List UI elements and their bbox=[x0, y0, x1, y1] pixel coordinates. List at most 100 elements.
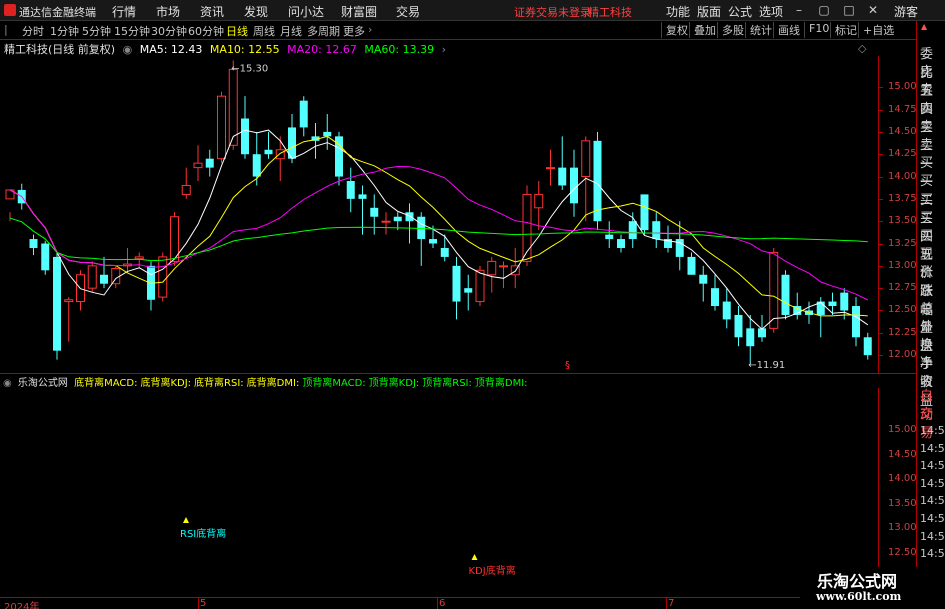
candle-body[interactable] bbox=[452, 265, 461, 302]
candle-body[interactable] bbox=[323, 131, 332, 137]
candle-body[interactable] bbox=[652, 221, 661, 240]
candle-body[interactable] bbox=[264, 149, 273, 155]
candle-body[interactable] bbox=[41, 243, 50, 271]
candle-body[interactable] bbox=[393, 216, 402, 222]
candle-body[interactable] bbox=[640, 194, 649, 231]
candle-body[interactable] bbox=[193, 162, 203, 169]
biaoji-button[interactable]: 标记 bbox=[830, 22, 857, 38]
minimize-icon[interactable]: – bbox=[790, 2, 808, 18]
candle-body[interactable] bbox=[252, 154, 261, 177]
candle-body[interactable] bbox=[546, 167, 555, 170]
price-chart[interactable]: ←15.30 ←11.91 bbox=[0, 56, 878, 373]
menu-wenxiaoda[interactable]: 问小达 bbox=[288, 3, 324, 20]
candle-body[interactable] bbox=[581, 140, 591, 178]
candle-body[interactable] bbox=[487, 260, 497, 276]
candle-body[interactable] bbox=[181, 184, 191, 195]
candle-body[interactable] bbox=[205, 158, 214, 168]
candle-body[interactable] bbox=[134, 256, 144, 260]
candle-body[interactable] bbox=[358, 194, 367, 199]
candle-body[interactable] bbox=[158, 256, 168, 298]
candle-body[interactable] bbox=[781, 274, 790, 315]
menu-banmian[interactable]: 版面 bbox=[697, 3, 721, 20]
candle-body[interactable] bbox=[346, 181, 355, 199]
tongji-button[interactable]: 统计 bbox=[745, 22, 772, 38]
period-multi[interactable]: 多周期 bbox=[307, 23, 340, 39]
period-monthly[interactable]: 月线 bbox=[280, 23, 302, 39]
candle-body[interactable] bbox=[405, 212, 414, 222]
indicator-chart[interactable]: RSI底背离 KDJ底背离 bbox=[0, 388, 878, 597]
menu-shichang[interactable]: 市场 bbox=[156, 3, 180, 20]
huaxian-button[interactable]: 画线 bbox=[773, 22, 800, 38]
candle-body[interactable] bbox=[475, 269, 485, 303]
candle-body[interactable] bbox=[711, 288, 719, 307]
candle-body[interactable] bbox=[734, 314, 743, 338]
period-5min[interactable]: 5分钟 bbox=[82, 23, 111, 39]
fuquan-button[interactable]: 复权 bbox=[661, 22, 688, 38]
menu-hangqing[interactable]: 行情 bbox=[112, 3, 136, 20]
toolbar-collapse-icon[interactable]: | bbox=[4, 23, 8, 36]
candle-body[interactable] bbox=[687, 256, 696, 275]
menu-jiaoyi[interactable]: 交易 bbox=[396, 3, 420, 20]
candle-body[interactable] bbox=[699, 274, 708, 284]
candle-body[interactable] bbox=[628, 221, 637, 240]
menu-gongshi[interactable]: 公式 bbox=[728, 3, 752, 20]
add-favorite-button[interactable]: +自选 bbox=[858, 22, 894, 38]
menu-xuanxiang[interactable]: 选项 bbox=[759, 3, 783, 20]
more-arrow-icon[interactable]: › bbox=[368, 23, 372, 36]
candle-body[interactable] bbox=[111, 268, 121, 285]
candle-body[interactable] bbox=[840, 292, 849, 311]
panel-option-icon[interactable]: ◇ bbox=[858, 42, 866, 55]
candle-body[interactable] bbox=[53, 256, 61, 351]
login-warning[interactable]: 证券交易未登录 bbox=[514, 4, 591, 20]
candle-body[interactable] bbox=[499, 265, 508, 268]
candle-body[interactable] bbox=[852, 306, 860, 338]
candle-body[interactable] bbox=[440, 247, 449, 257]
candle-body[interactable] bbox=[299, 100, 308, 128]
candle-body[interactable] bbox=[558, 167, 567, 186]
period-60min[interactable]: 60分钟 bbox=[188, 23, 224, 39]
menu-faxian[interactable]: 发现 bbox=[244, 3, 268, 20]
candle-body[interactable] bbox=[464, 288, 473, 293]
restore-icon[interactable]: ▢ bbox=[815, 2, 833, 18]
candle-body[interactable] bbox=[746, 328, 755, 347]
candle-body[interactable] bbox=[217, 95, 226, 160]
period-weekly[interactable]: 周线 bbox=[253, 23, 275, 39]
candle-body[interactable] bbox=[417, 216, 426, 240]
menu-caifuquan[interactable]: 财富圈 bbox=[341, 3, 377, 20]
candle-body[interactable] bbox=[769, 251, 779, 329]
expand-arrow-icon[interactable]: › bbox=[442, 43, 446, 56]
candle-body[interactable] bbox=[228, 68, 238, 146]
panel-toggle-icon[interactable]: ▲ bbox=[921, 22, 927, 31]
guest-label[interactable]: 游客 bbox=[894, 3, 918, 20]
duogu-button[interactable]: 多股 bbox=[717, 22, 744, 38]
candle-body[interactable] bbox=[29, 239, 38, 248]
candle-body[interactable] bbox=[87, 265, 97, 289]
f10-button[interactable]: F10 bbox=[804, 22, 829, 38]
candle-body[interactable] bbox=[863, 337, 872, 356]
candle-body[interactable] bbox=[429, 239, 437, 244]
candle-body[interactable] bbox=[534, 193, 544, 209]
chart-settings-icon[interactable]: ◉ bbox=[123, 43, 133, 56]
period-daily[interactable]: 日线 bbox=[226, 23, 248, 39]
maximize-icon[interactable]: □ bbox=[840, 2, 858, 18]
candle-body[interactable] bbox=[100, 274, 108, 284]
stock-title[interactable]: 精工科技(日线 前复权) bbox=[4, 43, 115, 56]
period-30min[interactable]: 30分钟 bbox=[151, 23, 187, 39]
candle-body[interactable] bbox=[275, 149, 285, 160]
candle-body[interactable] bbox=[605, 234, 614, 240]
candle-body[interactable] bbox=[241, 118, 249, 155]
period-15min[interactable]: 15分钟 bbox=[114, 23, 150, 39]
candle-body[interactable] bbox=[828, 301, 837, 307]
diejia-button[interactable]: 叠加 bbox=[689, 22, 716, 38]
candle-body[interactable] bbox=[370, 207, 379, 217]
period-1min[interactable]: 1分钟 bbox=[50, 23, 79, 39]
period-more[interactable]: 更多 bbox=[343, 23, 365, 39]
menu-zixun[interactable]: 资讯 bbox=[200, 3, 224, 20]
candle-body[interactable] bbox=[617, 239, 625, 248]
candle-body[interactable] bbox=[381, 220, 391, 223]
menu-gongneng[interactable]: 功能 bbox=[666, 3, 690, 20]
candle-body[interactable] bbox=[64, 299, 74, 303]
period-fenshi[interactable]: 分时 bbox=[22, 23, 44, 39]
candle-body[interactable] bbox=[722, 301, 731, 320]
candle-body[interactable] bbox=[570, 167, 578, 204]
